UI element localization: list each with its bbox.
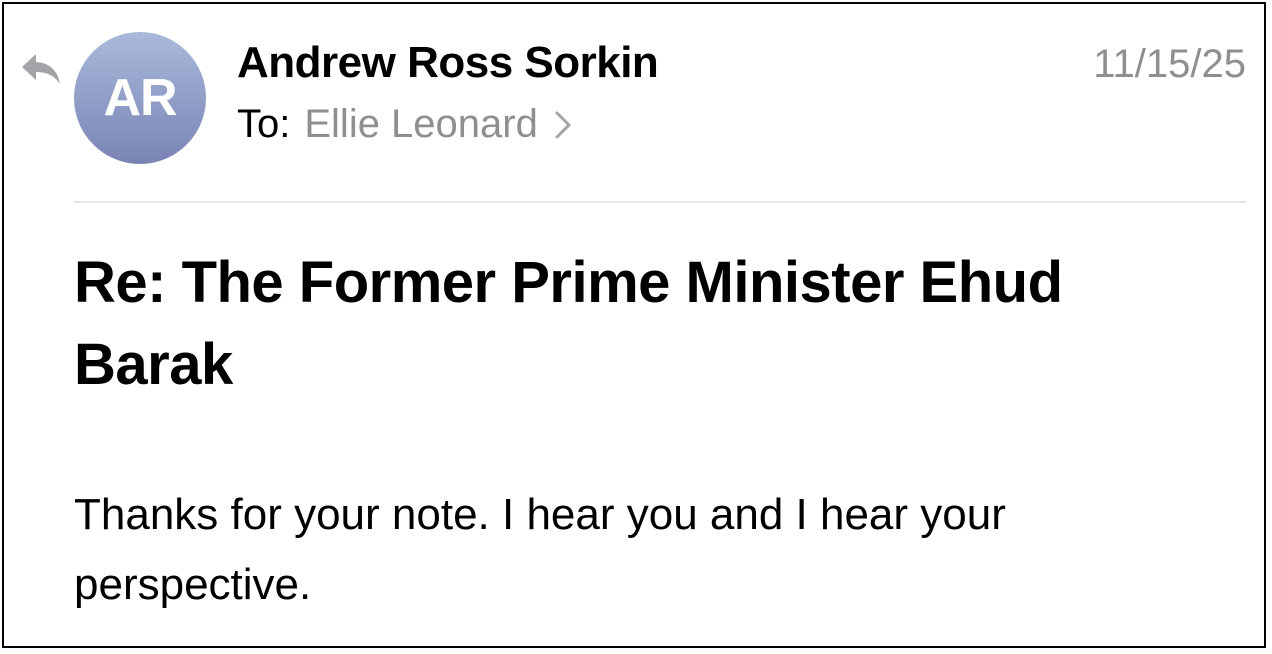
avatar-initials: AR <box>103 69 177 127</box>
email-subject: Re: The Former Prime Minister Ehud Barak <box>74 250 1063 397</box>
sender-name[interactable]: Andrew Ross Sorkin <box>237 38 659 88</box>
chevron-right-icon <box>555 111 571 138</box>
email-date: 11/15/25 <box>1093 42 1246 86</box>
email-body: Thanks for your note. I hear you and I h… <box>74 490 1006 609</box>
recipient-name[interactable]: Ellie Leonard <box>304 102 538 147</box>
header-divider <box>74 201 1246 203</box>
sender-avatar[interactable]: AR <box>74 32 206 164</box>
reply-arrow-icon[interactable] <box>18 48 64 88</box>
to-label: To: <box>237 102 291 146</box>
email-message-view: AR Andrew Ross Sorkin To: Ellie Leonard … <box>2 2 1266 648</box>
recipient-row[interactable]: To: Ellie Leonard <box>237 102 572 147</box>
